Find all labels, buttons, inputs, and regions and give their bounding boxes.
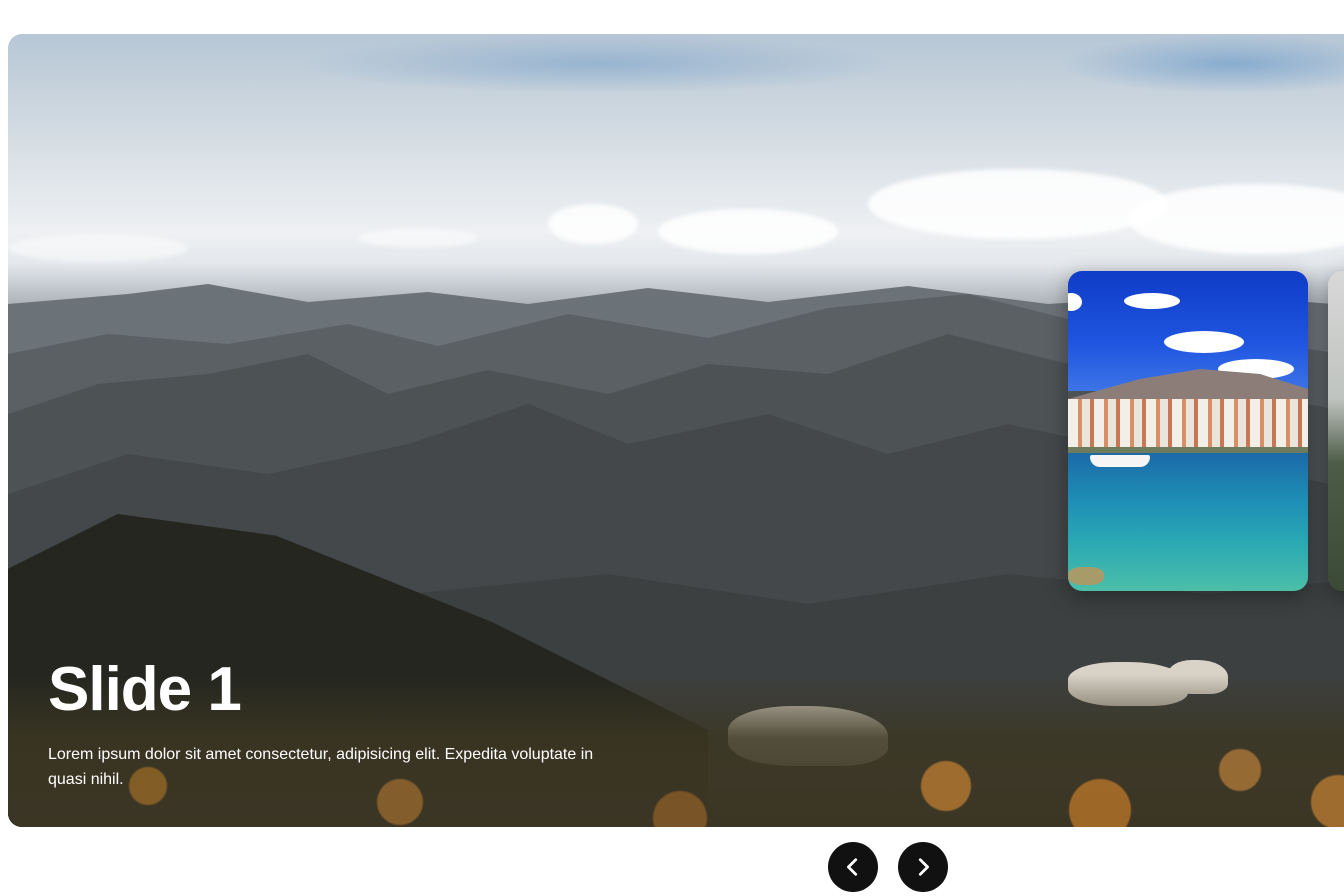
thumbnail-rock xyxy=(1068,567,1104,585)
previous-slide-button[interactable] xyxy=(828,842,878,892)
cloud xyxy=(1164,331,1244,353)
slide-description: Lorem ipsum dolor sit amet consectetur, … xyxy=(48,746,594,788)
sky-patch xyxy=(298,34,898,94)
slide-caption: Slide 1 Lorem ipsum dolor sit amet conse… xyxy=(48,654,608,792)
partial-thumbnail[interactable] xyxy=(1328,271,1344,591)
slide-title: Slide 1 xyxy=(48,655,242,724)
boat xyxy=(1090,455,1150,467)
cloud xyxy=(658,209,838,254)
thumbnail-town xyxy=(1068,399,1308,451)
cloud xyxy=(8,234,188,262)
chevron-left-icon xyxy=(847,858,858,876)
chevron-right-icon xyxy=(918,858,929,876)
hero-slider: Slide 1 Lorem ipsum dolor sit amet conse… xyxy=(8,34,1344,827)
sky-patch xyxy=(1058,34,1344,94)
cloud xyxy=(1124,293,1180,309)
cloud xyxy=(358,229,478,247)
next-slide-button[interactable] xyxy=(898,842,948,892)
thumbnail-sea xyxy=(1068,453,1308,591)
cloud xyxy=(868,169,1168,239)
coastal-town-thumbnail[interactable] xyxy=(1068,271,1308,591)
cloud xyxy=(548,204,638,244)
